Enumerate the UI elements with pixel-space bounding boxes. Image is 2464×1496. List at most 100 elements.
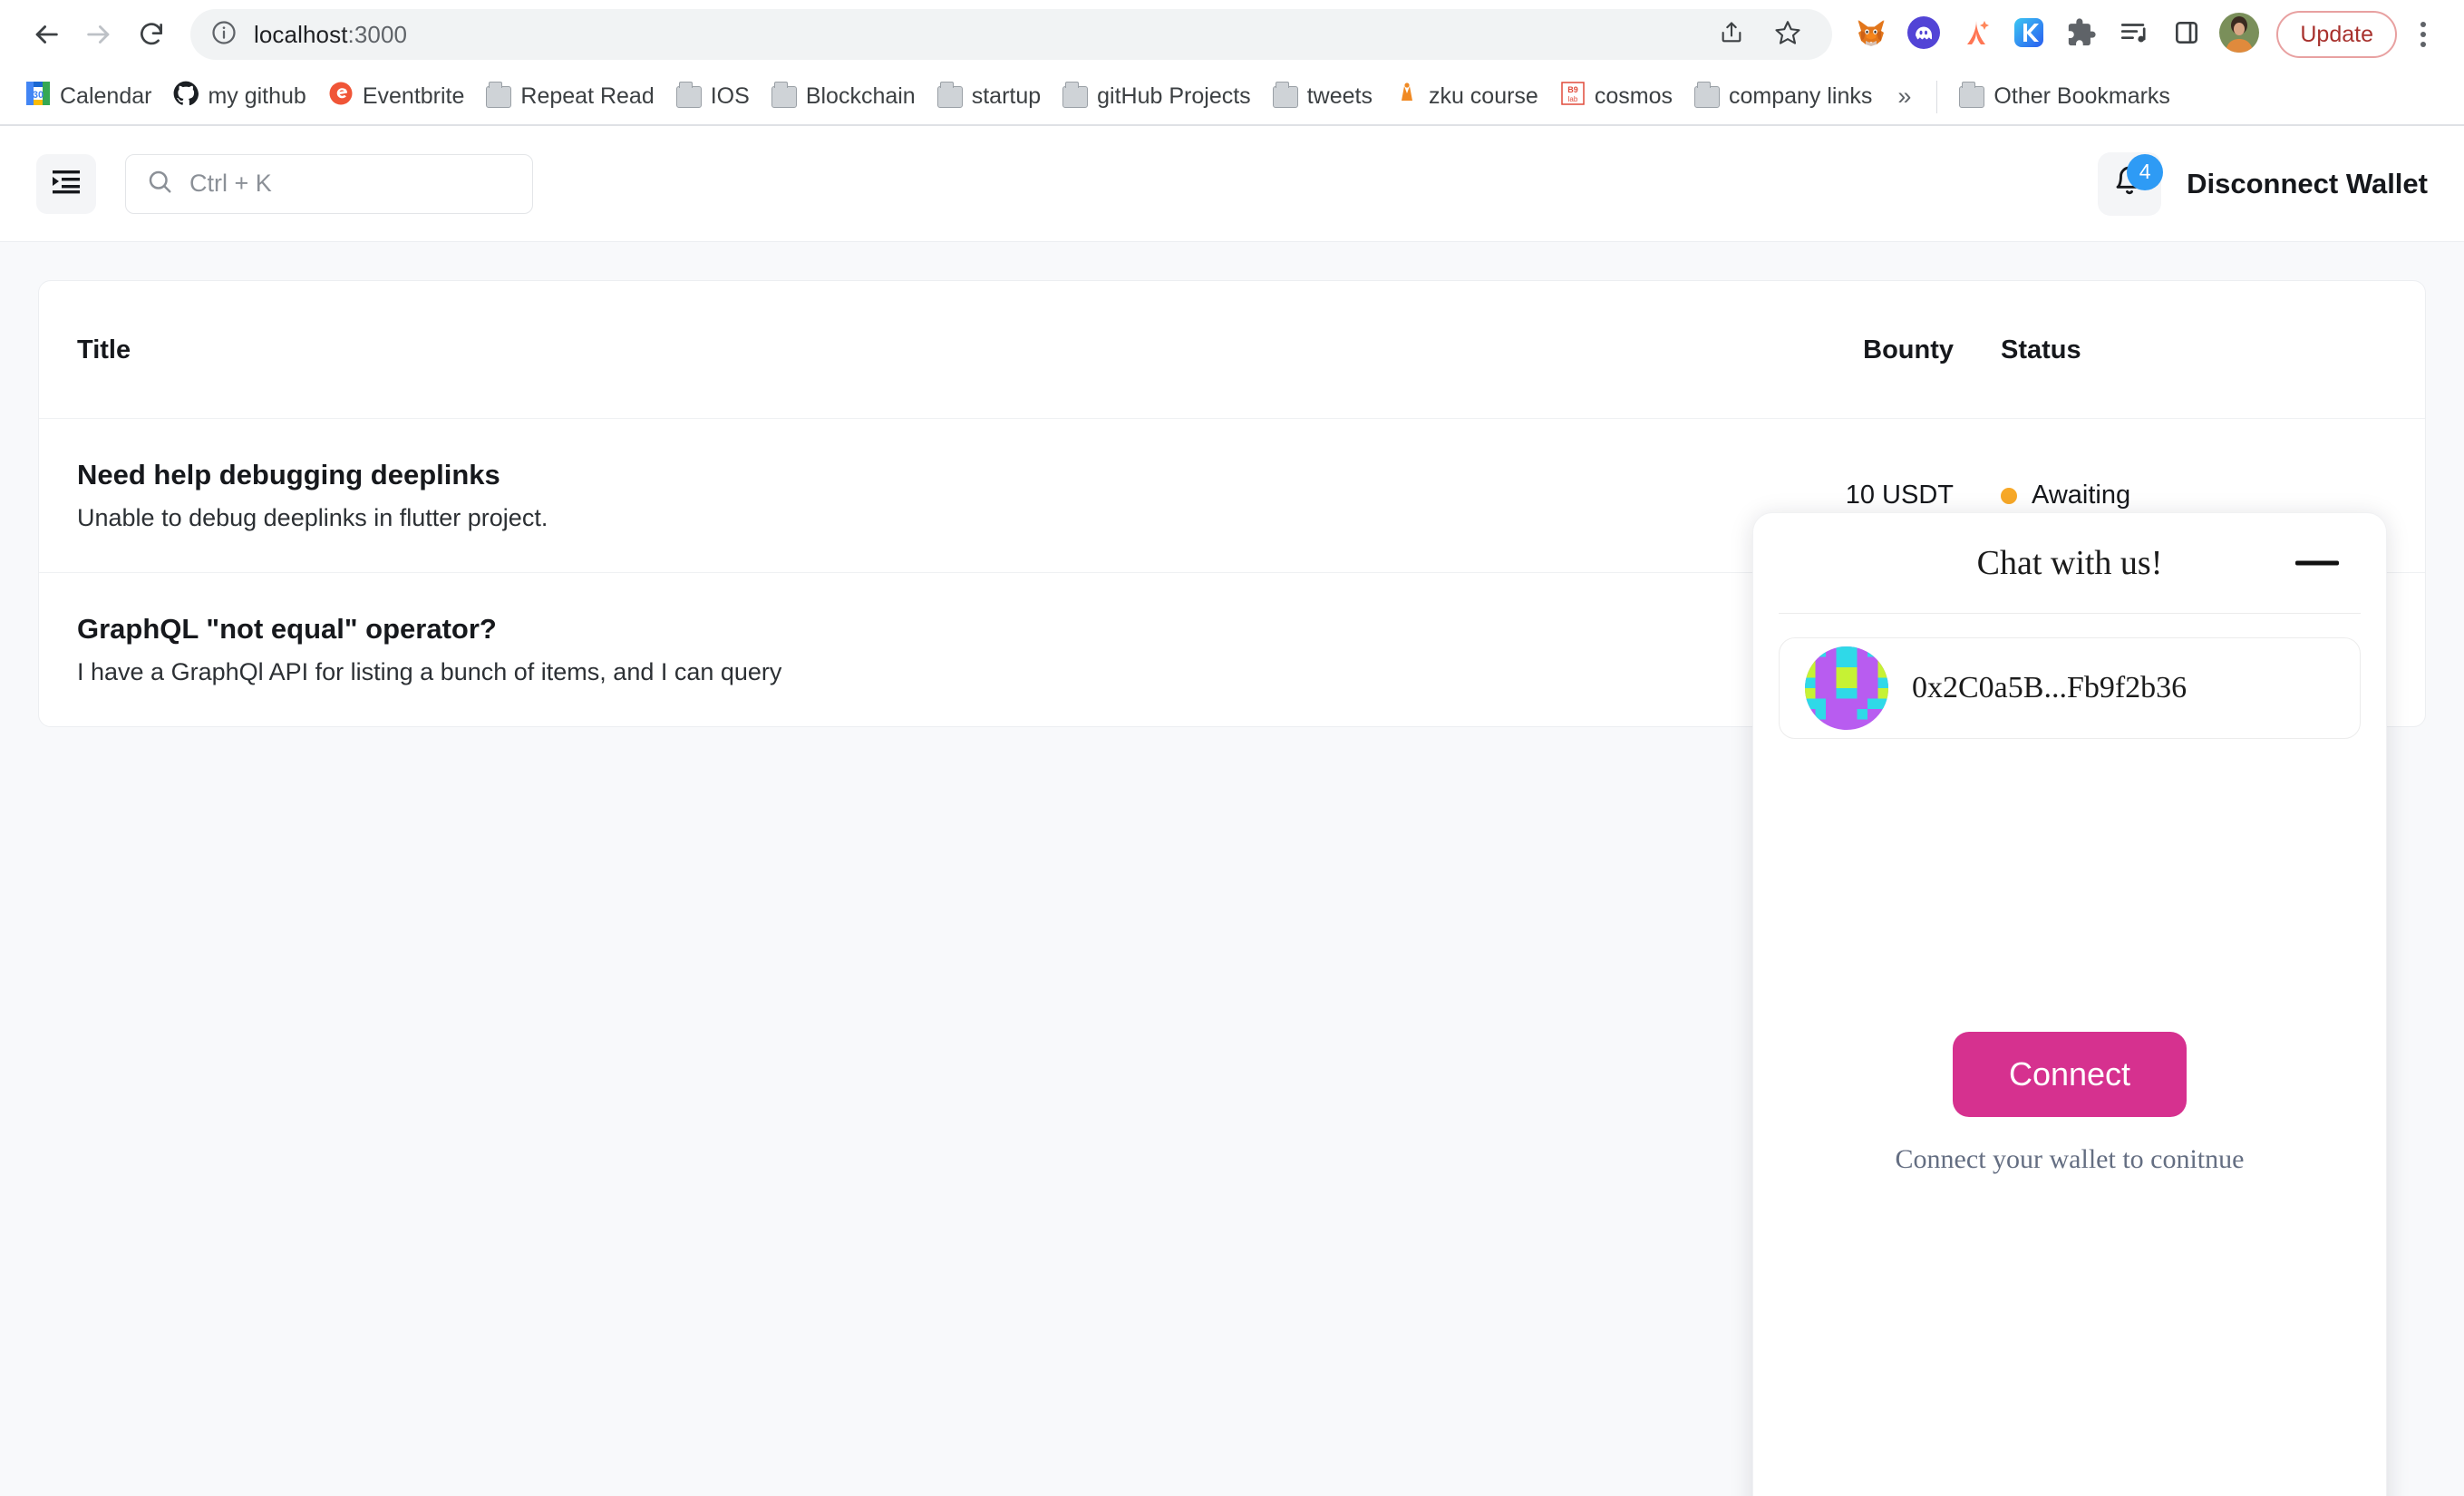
reading-list-button[interactable]	[2110, 10, 2158, 59]
forward-arrow-icon	[83, 19, 114, 50]
app-header: Ctrl + K 4 Disconnect Wallet	[0, 126, 2464, 242]
bookmark-eventbrite[interactable]: Eventbrite	[317, 75, 476, 118]
extension-keplr-button[interactable]	[2004, 10, 2053, 59]
reload-button[interactable]	[125, 8, 178, 61]
zku-icon	[1394, 81, 1420, 112]
bookmark-company-links[interactable]: company links	[1683, 78, 1883, 115]
avatar	[2218, 12, 2260, 58]
bookmark-zku-course[interactable]: zku course	[1383, 75, 1549, 118]
kebab-dot	[2420, 22, 2426, 27]
back-arrow-icon	[31, 19, 62, 50]
site-info-icon[interactable]	[210, 19, 238, 51]
column-header-bounty[interactable]: Bounty	[1682, 281, 1954, 419]
chat-connect-panel: Connect Connect your wallet to conitnue	[1753, 739, 2386, 1467]
back-button[interactable]	[20, 8, 73, 61]
sidebar-indent-icon	[50, 168, 82, 199]
address-bar-text: localhost:3000	[254, 20, 408, 48]
bookmark-other-bookmarks[interactable]: Other Bookmarks	[1948, 78, 2181, 115]
bookmark-tweets[interactable]: tweets	[1262, 78, 1383, 115]
row-description: Unable to debug deeplinks in flutter pro…	[77, 504, 548, 531]
puzzle-extensions-icon	[2066, 17, 2097, 53]
connect-button[interactable]: Connect	[1952, 1031, 2188, 1117]
omnibox-actions	[1707, 10, 1812, 59]
page-body: Title Bounty Status Need help debugging …	[0, 242, 2464, 1496]
chat-widget-footer: POWERED BY Push Chat	[1753, 1467, 2386, 1496]
kebab-dot	[2420, 32, 2426, 37]
bookmark-button[interactable]	[1763, 10, 1812, 59]
bookmark-label: Eventbrite	[362, 83, 465, 109]
search-input[interactable]: Ctrl + K	[125, 153, 533, 214]
address-bar[interactable]: localhost:3000	[190, 9, 1833, 60]
row-title[interactable]: GraphQL "not equal" operator?	[77, 613, 1664, 646]
update-button-label: Update	[2300, 21, 2373, 47]
bookmarks-overflow-button[interactable]: »	[1883, 83, 1926, 111]
forward-button[interactable]	[73, 8, 125, 61]
chat-widget-header: Chat with us!	[1753, 513, 2386, 613]
bookmark-label: startup	[971, 83, 1042, 109]
minimize-icon[interactable]	[2295, 560, 2339, 566]
search-placeholder: Ctrl + K	[189, 170, 272, 197]
profile-avatar-button[interactable]	[2215, 10, 2264, 59]
extension-argent-button[interactable]	[1952, 10, 2001, 59]
connect-subtitle: Connect your wallet to conitnue	[1895, 1143, 2245, 1174]
extension-metamask-button[interactable]	[1847, 10, 1896, 59]
bookmark-label: tweets	[1306, 83, 1373, 109]
chat-widget-title: Chat with us!	[1976, 544, 2163, 582]
bookmark-label: cosmos	[1594, 83, 1673, 109]
bookmark-github-projects[interactable]: gitHub Projects	[1052, 78, 1262, 115]
reload-icon	[137, 20, 166, 49]
share-button[interactable]	[1707, 10, 1756, 59]
browser-menu-button[interactable]	[2402, 10, 2444, 59]
side-panel-button[interactable]	[2162, 10, 2211, 59]
bookmarks-separator	[1936, 80, 1938, 113]
svg-text:30: 30	[33, 90, 44, 101]
bookmark-startup[interactable]: startup	[926, 78, 1052, 115]
column-header-title[interactable]: Title	[39, 281, 1682, 419]
extensions-menu-button[interactable]	[2057, 10, 2106, 59]
disconnect-wallet-button[interactable]: Disconnect Wallet	[2187, 168, 2428, 200]
extensions-area	[1847, 10, 2264, 59]
bookmark-label: IOS	[710, 83, 750, 109]
eventbrite-icon	[328, 81, 354, 112]
bookmark-label: Repeat Read	[520, 83, 655, 109]
bookmarks-bar: 30 Calendar my github Eventbrite Repeat …	[0, 69, 2464, 125]
bookmark-label: gitHub Projects	[1097, 83, 1251, 109]
push-chat-widget: Chat with us! 0x2C0a5B...Fb9f2b36 Connec…	[1752, 512, 2387, 1496]
folder-icon	[936, 81, 963, 108]
list-item[interactable]: 0x2C0a5B...Fb9f2b36	[1779, 637, 2361, 739]
bookmark-label: Other Bookmarks	[1994, 83, 2170, 109]
row-title[interactable]: Need help debugging deeplinks	[77, 459, 1664, 491]
folder-icon	[675, 81, 702, 108]
argent-extension-icon	[1959, 15, 1994, 54]
calendar-icon: 30	[25, 81, 51, 112]
folder-icon	[771, 81, 797, 108]
sidebar-toggle-button[interactable]	[36, 153, 96, 214]
conversation-address: 0x2C0a5B...Fb9f2b36	[1912, 671, 2188, 704]
bookmark-my-github[interactable]: my github	[162, 75, 316, 118]
b9lab-icon: B9 lab	[1560, 81, 1586, 112]
notification-badge: 4	[2127, 153, 2164, 190]
bookmark-label: Calendar	[60, 83, 152, 109]
browser-toolbar: localhost:3000 Update	[0, 0, 2464, 69]
reading-list-icon	[2119, 17, 2149, 53]
row-description: I have a GraphQl API for listing a bunch…	[77, 658, 782, 685]
bookmark-ios[interactable]: IOS	[665, 78, 761, 115]
bookmark-repeat-read[interactable]: Repeat Read	[475, 78, 665, 115]
bookmark-blockchain[interactable]: Blockchain	[761, 78, 926, 115]
folder-icon	[1272, 81, 1298, 108]
update-button[interactable]: Update	[2276, 11, 2397, 58]
phantom-extension-icon	[1906, 15, 1941, 54]
folder-icon	[1062, 81, 1089, 108]
star-icon	[1774, 19, 1801, 51]
bookmark-cosmos[interactable]: B9 lab cosmos	[1549, 75, 1683, 118]
notifications-button[interactable]: 4	[2098, 151, 2164, 216]
table-cell-title: Need help debugging deeplinks Unable to …	[39, 418, 1682, 573]
search-icon	[146, 168, 173, 199]
extension-phantom-button[interactable]	[1899, 10, 1948, 59]
folder-icon	[1959, 81, 1985, 108]
bookmark-calendar[interactable]: 30 Calendar	[15, 75, 162, 118]
svg-text:lab: lab	[1568, 95, 1578, 103]
column-header-status[interactable]: Status	[1954, 281, 2425, 419]
bookmark-label: company links	[1728, 83, 1873, 109]
folder-icon	[486, 81, 512, 108]
